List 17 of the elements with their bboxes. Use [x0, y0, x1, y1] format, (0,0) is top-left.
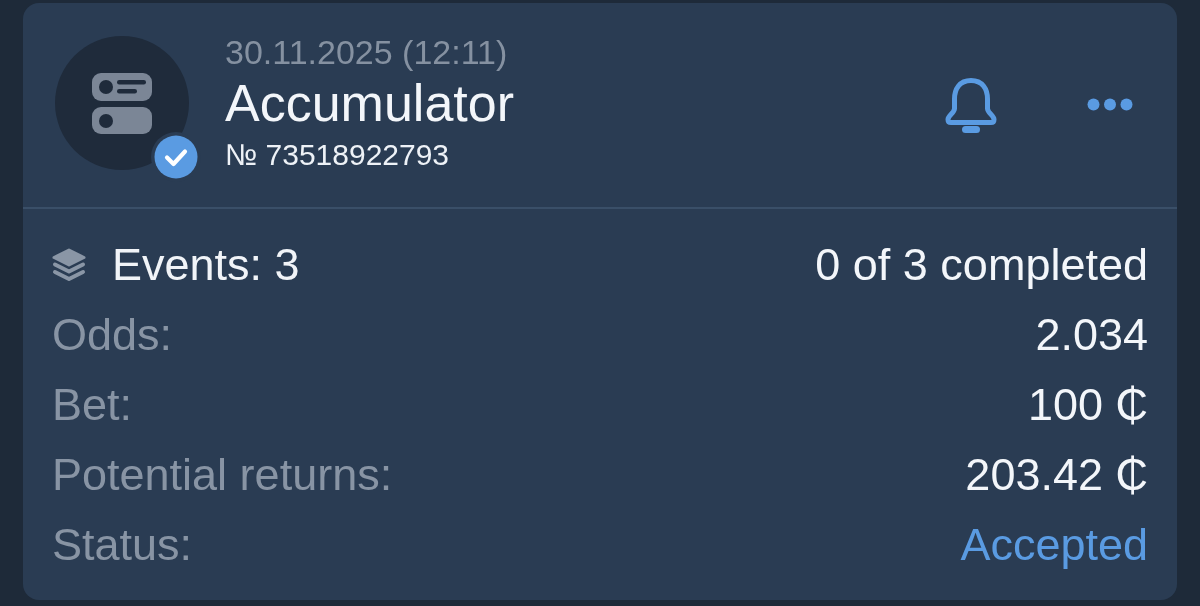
- events-count: Events: 3: [112, 239, 300, 291]
- status-value: Accepted: [960, 519, 1148, 571]
- detail-value: 2.034: [1035, 309, 1148, 361]
- more-icon[interactable]: [1087, 98, 1133, 111]
- date-text: 30.11.2025 (12:11): [225, 36, 509, 69]
- detail-label: Bet:: [52, 379, 133, 431]
- detail-label: Status:: [52, 519, 193, 571]
- list-icon: [55, 36, 189, 170]
- detail-label: Potential returns:: [52, 449, 393, 501]
- layers-icon: [52, 248, 86, 282]
- bet-number: № 73518922793: [225, 137, 451, 173]
- detail-value: 203.42 ₵: [965, 449, 1148, 501]
- detail-label: Odds:: [52, 309, 173, 361]
- bell-icon[interactable]: [945, 76, 997, 133]
- bet-title: Accumulator: [225, 73, 515, 134]
- events-completed: 0 of 3 completed: [815, 239, 1148, 291]
- detail-value: 100 ₵: [1027, 379, 1148, 431]
